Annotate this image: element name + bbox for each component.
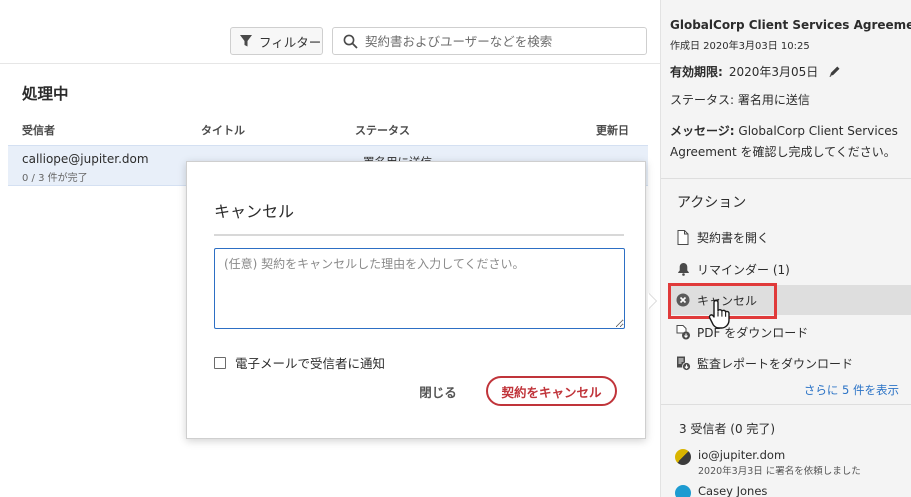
recipient-name: Casey Jones	[698, 484, 768, 497]
recipients-heading: 3 受信者 (0 完了)	[679, 422, 776, 436]
expiry-value: 2020年3月05日	[728, 65, 819, 79]
audit-download-icon	[675, 355, 691, 371]
recipient-item[interactable]: io@jupiter.dom 2020年3月3日 に署名を依頼しました	[675, 448, 861, 477]
action-reminder[interactable]: リマインダー (1)	[675, 257, 790, 281]
search-icon	[343, 34, 358, 49]
search-box[interactable]	[332, 27, 647, 55]
notify-label: 電子メールで受信者に通知	[235, 356, 386, 371]
row-progress: 0 / 3 件が完了	[22, 173, 88, 184]
confirm-cancel-agreement-button[interactable]: 契約をキャンセル	[486, 376, 617, 406]
recipient-detail: 2020年3月3日 に署名を依頼しました	[698, 466, 861, 477]
recipient-item[interactable]: Casey Jones	[675, 484, 767, 497]
dialog-divider	[214, 234, 624, 236]
actions-heading: アクション	[677, 195, 747, 211]
bell-icon	[675, 261, 691, 277]
cancel-dialog: キャンセル 電子メールで受信者に通知 閉じる 契約をキャンセル	[186, 161, 646, 439]
action-label: 契約書を開く	[697, 230, 770, 245]
main-area: フィルター 処理中 受信者 タイトル ステータス 更新日 calliope@ju…	[0, 0, 660, 497]
search-input[interactable]	[365, 33, 635, 49]
column-header-title[interactable]: タイトル	[201, 122, 245, 138]
section-title: 処理中	[22, 85, 69, 103]
filter-label: フィルター	[259, 34, 322, 50]
expiry-label: 有効期限:	[670, 65, 723, 79]
recipient-name: io@jupiter.dom	[698, 448, 786, 462]
cancel-reason-field[interactable]	[214, 248, 625, 329]
close-button[interactable]: 閉じる	[409, 376, 467, 406]
agreement-title: GlobalCorp Client Services Agreement	[670, 18, 911, 32]
filter-icon	[240, 35, 252, 47]
row-recipient-email: calliope@jupiter.dom	[22, 152, 149, 166]
panel-divider	[661, 404, 911, 405]
action-open-agreement[interactable]: 契約書を開く	[675, 225, 769, 249]
details-panel: GlobalCorp Client Services Agreement 作成日…	[660, 0, 911, 497]
dialog-title: キャンセル	[214, 202, 295, 221]
dialog-pointer-caret	[648, 293, 656, 309]
pdf-download-icon	[675, 324, 691, 340]
recipient-status-icon	[675, 449, 691, 465]
action-label: リマインダー (1)	[697, 262, 790, 277]
show-more-link[interactable]: さらに 5 件を表示	[804, 382, 899, 398]
action-download-pdf[interactable]: PDF をダウンロード	[675, 320, 808, 344]
action-label: 監査レポートをダウンロード	[697, 356, 854, 371]
column-header-recipient[interactable]: 受信者	[22, 122, 55, 138]
document-icon	[675, 229, 691, 245]
hand-cursor-icon	[708, 299, 730, 329]
action-download-audit-report[interactable]: 監査レポートをダウンロード	[675, 351, 853, 375]
column-header-status[interactable]: ステータス	[355, 122, 410, 138]
recipient-status-icon	[675, 485, 691, 497]
status-line: ステータス: 署名用に送信	[670, 93, 810, 107]
message-label: メッセージ:	[670, 124, 735, 138]
message-block: メッセージ: GlobalCorp Client Services Agreem…	[670, 121, 911, 163]
toolbar: フィルター	[0, 0, 660, 64]
panel-divider	[661, 178, 911, 179]
pencil-icon[interactable]	[828, 65, 841, 78]
notify-recipients-option[interactable]: 電子メールで受信者に通知	[214, 353, 385, 372]
notify-checkbox[interactable]	[214, 356, 226, 369]
column-header-updated[interactable]: 更新日	[596, 122, 629, 138]
created-date: 作成日 2020年3月03日 10:25	[670, 41, 810, 52]
expiry-line: 有効期限: 2020年3月05日	[670, 63, 841, 80]
filter-button[interactable]: フィルター	[230, 27, 323, 55]
